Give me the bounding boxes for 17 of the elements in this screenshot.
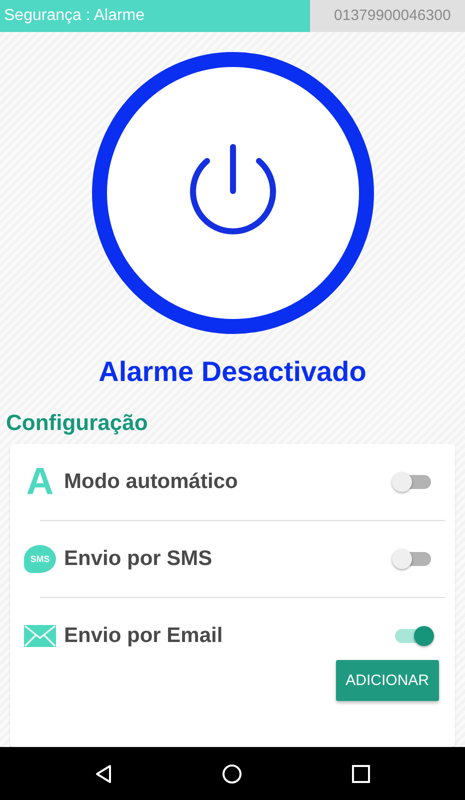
screen-title: Segurança : Alarme — [0, 0, 310, 32]
home-icon[interactable] — [221, 762, 244, 784]
power-button[interactable] — [92, 52, 374, 334]
toggle-switch[interactable] — [395, 552, 431, 566]
sms-bubble-icon: SMS — [24, 545, 56, 573]
section-heading: Configuração — [6, 410, 148, 436]
option-label: Modo automático — [64, 470, 239, 494]
envelope-icon — [24, 623, 56, 649]
recents-icon[interactable] — [350, 762, 372, 784]
toggle-switch[interactable] — [395, 475, 431, 489]
add-button[interactable]: ADICIONAR — [336, 660, 439, 701]
option-label: Envio por SMS — [64, 547, 214, 571]
option-label: Envio por Email — [64, 624, 224, 648]
alarm-status: Alarme Desactivado — [98, 356, 366, 388]
letter-icon: A — [24, 460, 56, 504]
device-id: 01379900046300 — [333, 6, 452, 26]
toggle-switch[interactable] — [395, 629, 431, 643]
